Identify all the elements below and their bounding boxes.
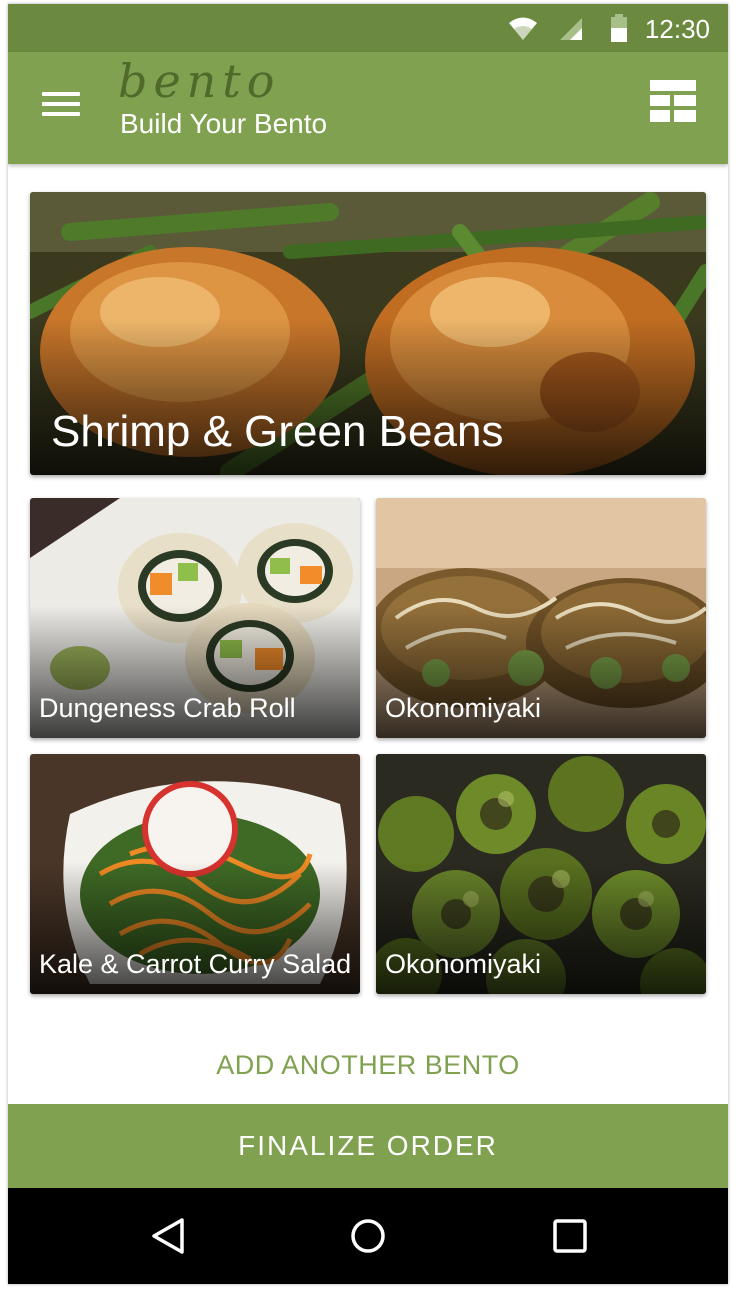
wifi-icon (509, 17, 537, 40)
side-dish-card[interactable]: Kale & Carrot Curry Salad (30, 754, 360, 994)
side-dish-card[interactable]: Okonomiyaki (376, 754, 706, 994)
phone-screen: 12:30 bento Build Your Bento Shrimp & Gr… (8, 4, 728, 1284)
side-dish-name: Dungeness Crab Roll (39, 693, 296, 723)
side-dish-card[interactable]: Okonomiyaki (376, 498, 706, 738)
status-bar: 12:30 (8, 4, 728, 52)
side-dish-name: Kale & Carrot Curry Salad (39, 949, 352, 979)
status-clock: 12:30 (644, 14, 710, 44)
side-dish-card[interactable]: Dungeness Crab Roll (30, 498, 360, 738)
app-logo: bento (118, 54, 281, 108)
side-dish-name: Okonomiyaki (385, 693, 542, 723)
hamburger-menu-icon[interactable] (36, 86, 84, 130)
recents-icon[interactable] (550, 1216, 590, 1256)
add-another-bento-button[interactable]: ADD ANOTHER BENTO (8, 1050, 728, 1081)
main-dish-name: Shrimp & Green Beans (51, 407, 504, 456)
system-nav-bar (8, 1188, 728, 1284)
side-dish-name: Okonomiyaki (385, 949, 542, 979)
signal-icon (560, 18, 582, 40)
back-icon[interactable] (148, 1216, 188, 1256)
bento-grid-icon[interactable] (648, 78, 698, 128)
main-dish-card[interactable]: Shrimp & Green Beans (30, 192, 706, 475)
app-bar: bento Build Your Bento (8, 52, 728, 164)
battery-icon (611, 14, 627, 42)
home-icon[interactable] (348, 1216, 388, 1256)
finalize-order-button[interactable]: FINALIZE ORDER (8, 1104, 728, 1188)
page-title: Build Your Bento (120, 108, 328, 139)
